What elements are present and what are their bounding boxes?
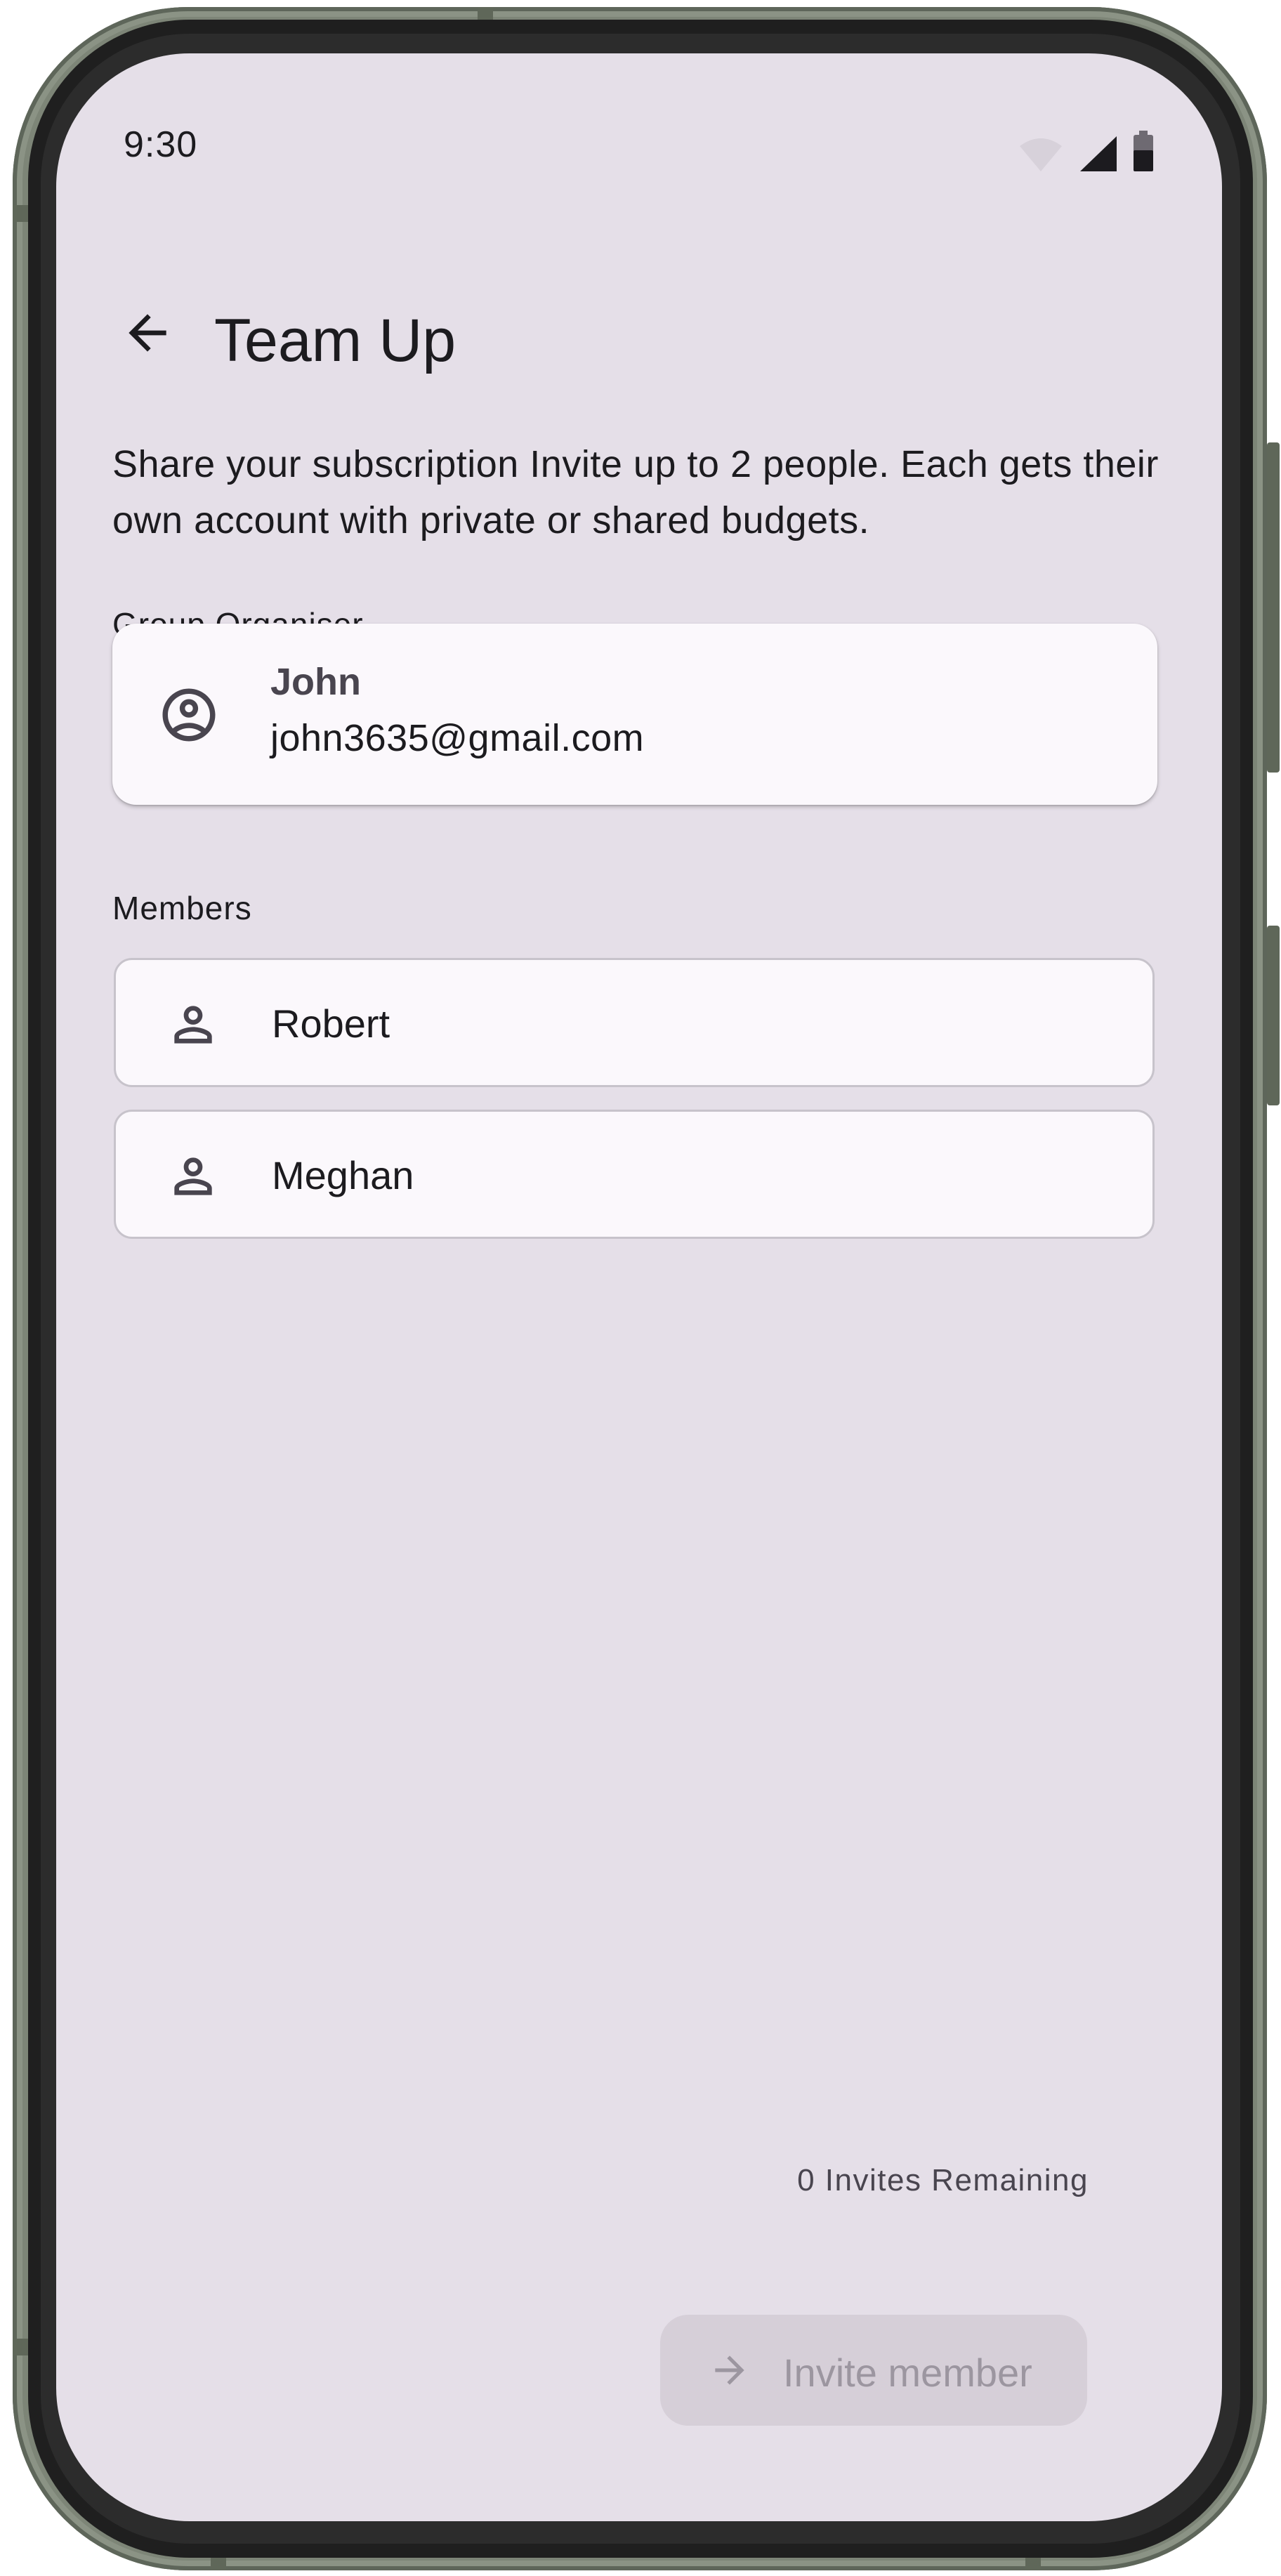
- arrow-right-icon: [708, 2348, 751, 2392]
- description-text: Share your subscription Invite up to 2 p…: [112, 443, 1159, 541]
- volume-button: [1267, 926, 1280, 1105]
- invite-member-button[interactable]: Invite member: [660, 2315, 1087, 2426]
- organiser-name: John: [270, 661, 361, 703]
- top-app-bar: Team Up: [56, 264, 1222, 405]
- app-screen: 9:30 Team Up Share your subscription Inv…: [56, 53, 1222, 2521]
- status-time: 9:30: [124, 124, 198, 165]
- signal-icon: [1077, 135, 1118, 176]
- page-title: Team Up: [214, 307, 456, 374]
- power-button: [1267, 442, 1280, 773]
- organiser-email: john3635@gmail.com: [270, 717, 645, 759]
- organiser-card: John john3635@gmail.com: [112, 624, 1157, 805]
- member-card-robert[interactable]: Robert: [114, 958, 1155, 1087]
- account-circle-icon: [157, 683, 221, 747]
- invites-remaining-text: 0 Invites Remaining: [797, 2163, 1089, 2197]
- frame-antenna-line: [13, 2339, 28, 2355]
- wifi-icon: [1018, 136, 1063, 176]
- person-icon: [165, 997, 221, 1053]
- member-name: Meghan: [272, 1153, 414, 1197]
- status-icons: [1018, 131, 1155, 176]
- status-bar: 9:30: [56, 53, 1222, 180]
- invite-member-label: Invite member: [783, 2351, 1032, 2395]
- members-section-label-text: Members: [112, 890, 252, 926]
- battery-icon: [1132, 131, 1155, 176]
- member-name: Robert: [272, 1001, 390, 1046]
- person-icon: [165, 1148, 221, 1204]
- members-section-label: Members: [112, 889, 252, 927]
- arrow-left-icon: [119, 305, 176, 364]
- back-button[interactable]: [105, 292, 190, 376]
- frame-antenna-line: [13, 205, 28, 222]
- member-card-meghan[interactable]: Meghan: [114, 1110, 1155, 1239]
